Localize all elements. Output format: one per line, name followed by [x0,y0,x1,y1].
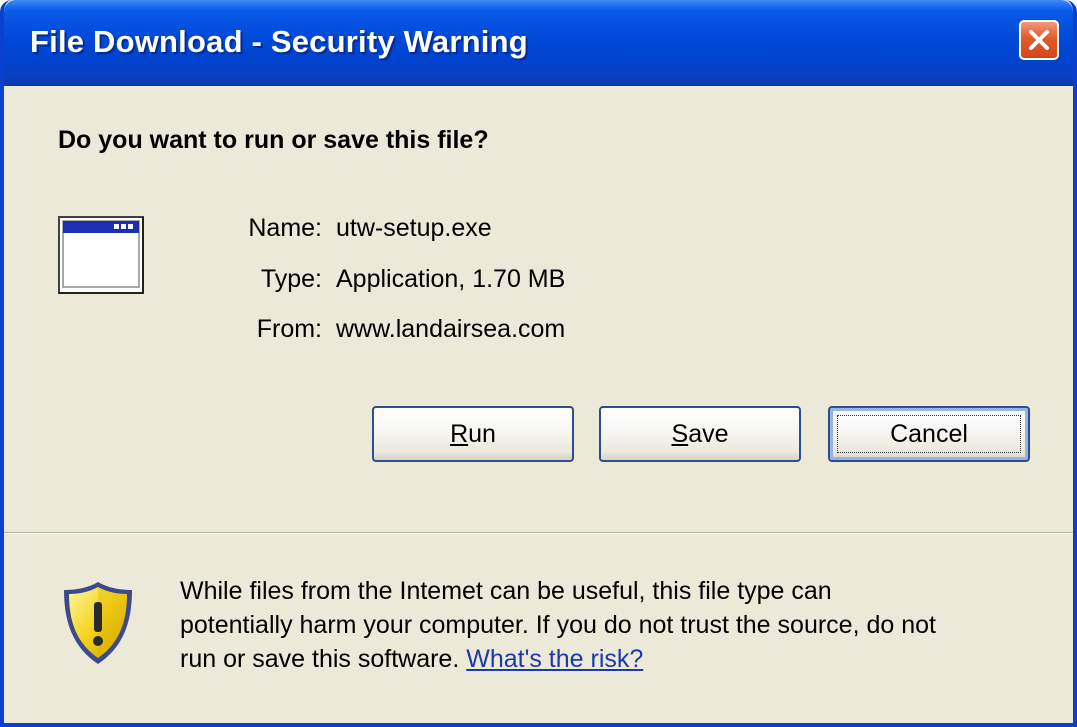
shield-warning-icon [64,582,132,664]
close-button[interactable] [1019,20,1059,60]
warning-line-2: potentially harm your computer. If you d… [180,611,936,639]
dialog-body: Do you want to run or save this file? Na… [4,86,1073,723]
separator [4,532,1073,534]
window-title: File Download - Security Warning [30,24,528,59]
file-download-dialog: File Download - Security Warning Do you … [0,0,1077,727]
close-icon [1029,30,1049,50]
security-warning-text: While files from the Intemet can be usef… [180,574,1050,676]
warning-line-3: run or save this software. What's the ri… [180,645,644,673]
question-heading: Do you want to run or save this file? [58,126,489,154]
file-type-label: Type: [260,265,322,293]
file-from-label: From: [256,315,322,343]
file-name-label: Name: [248,214,322,242]
application-window-icon [58,216,144,294]
whats-the-risk-link[interactable]: What's the risk? [466,645,643,673]
warning-line-1: While files from the Intemet can be usef… [180,577,832,605]
save-button[interactable]: Save [599,406,801,462]
file-name-value: utw-setup.exe [336,214,492,242]
title-bar[interactable]: File Download - Security Warning [4,0,1073,86]
run-button-label: Run [450,419,496,448]
file-from-value: www.landairsea.com [336,315,566,343]
cancel-button[interactable]: Cancel [828,406,1030,462]
file-type-value: Application, 1.70 MB [336,265,566,293]
cancel-button-label: Cancel [890,419,968,448]
run-button[interactable]: Run [372,406,574,462]
save-button-label: Save [671,419,729,448]
